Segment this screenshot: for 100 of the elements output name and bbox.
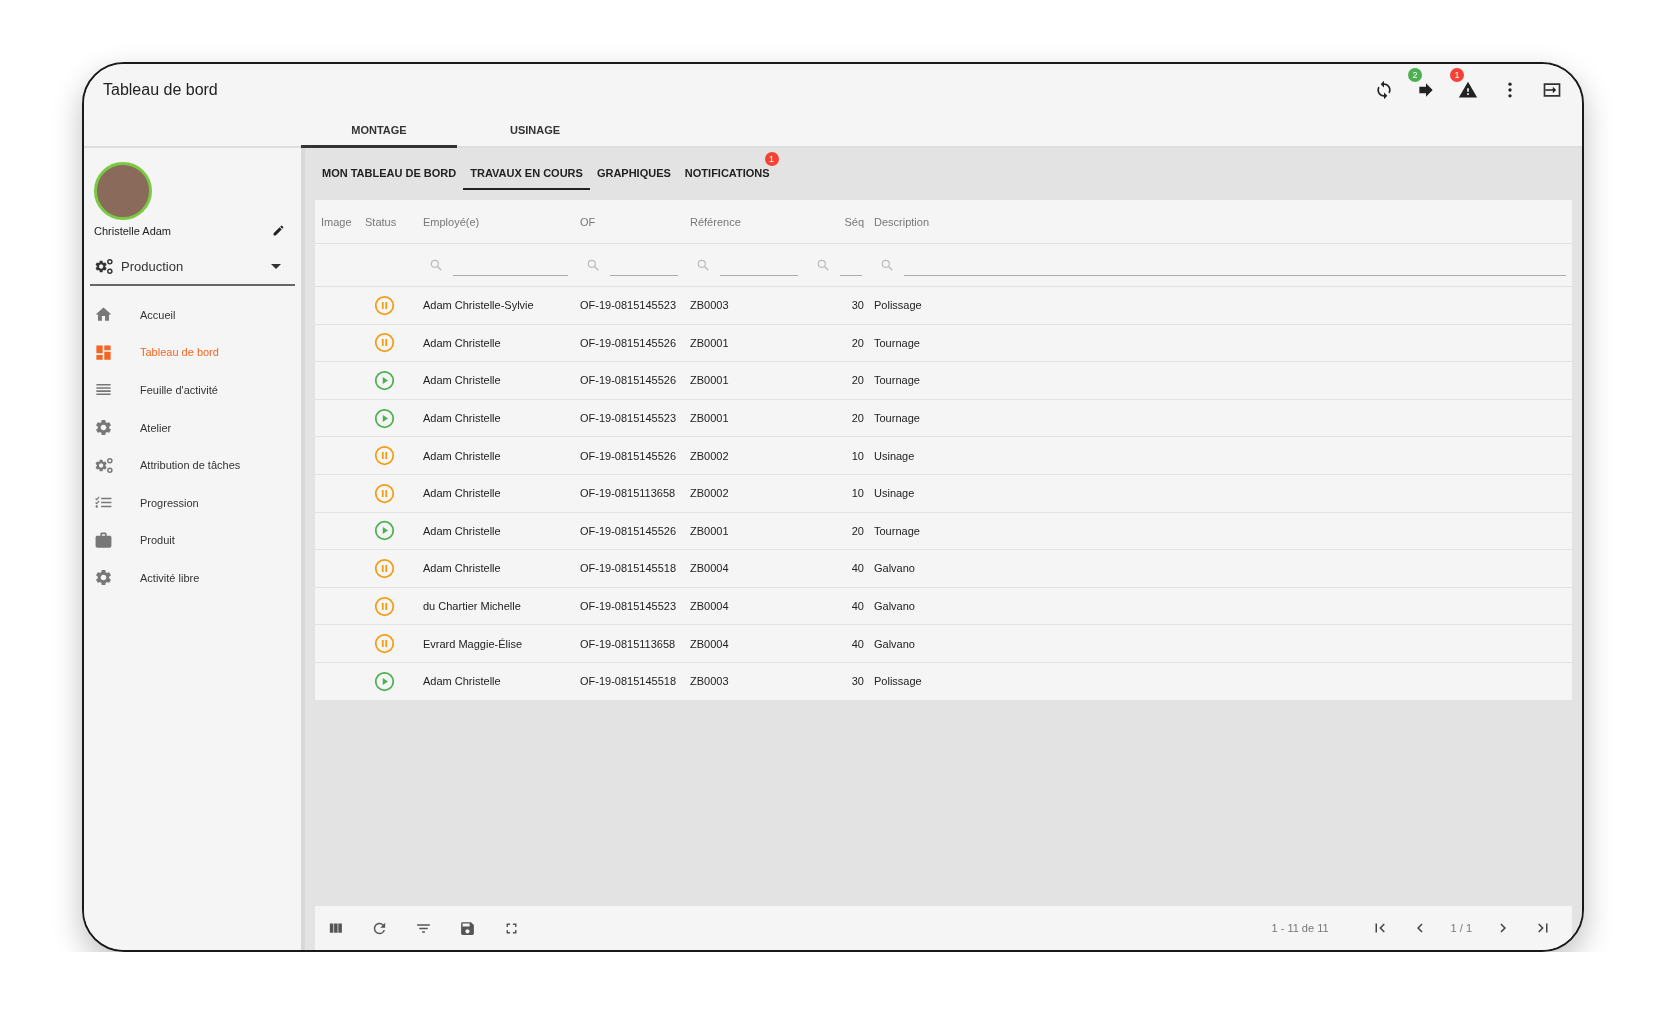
order-cell-text: OF-19-0815145518 [579, 675, 677, 688]
description-cell-text: Polissage [873, 299, 923, 312]
column-header: Employé(e) [422, 215, 481, 228]
description-cell-text: Usinage [873, 487, 916, 500]
gears-icon [94, 455, 113, 475]
order-cell-text: OF-19-0815113658 [579, 637, 677, 650]
order-cell-text: OF-19-0815145526 [579, 524, 677, 537]
employee-cell-text: Adam Christelle [422, 374, 502, 387]
search-icon [816, 258, 830, 272]
page-number: 1 / 1 [1450, 922, 1472, 934]
exit-icon[interactable] [1542, 80, 1562, 100]
play-circle-icon [373, 520, 395, 542]
user-name: Christelle Adam [94, 224, 172, 237]
reference-cell-text: ZB0001 [689, 412, 730, 425]
order-cell-text: OF-19-0815145526 [579, 449, 677, 462]
sequence-cell-text: 10 [850, 449, 865, 462]
description-cell-text: Galvano [873, 600, 916, 613]
sidebar-item[interactable]: Accueil [90, 296, 295, 334]
employee-cell-text: Adam Christelle-Sylvie [422, 299, 535, 312]
column-header: Séq [843, 215, 865, 228]
sequence-cell-text: 40 [850, 637, 865, 650]
briefcase-icon [94, 530, 113, 550]
order-cell-text: OF-19-0815145526 [579, 336, 677, 349]
tab[interactable]: MON TABLEAU DE BORD [315, 160, 464, 190]
employee-cell-text: Adam Christelle [422, 524, 502, 537]
employee-cell-text: Adam Christelle [422, 487, 502, 500]
sequence-cell-text: 40 [850, 600, 865, 613]
search-icon [429, 258, 443, 272]
employee-cell-text: Adam Christelle [422, 412, 502, 425]
order-cell-text: OF-19-0815145523 [579, 299, 677, 312]
order-cell-text: OF-19-0815145523 [579, 412, 677, 425]
notification-badge: 2 [1408, 68, 1422, 82]
dashboard-icon [94, 342, 113, 362]
pencil-icon[interactable] [272, 224, 285, 237]
description-cell-text: Usinage [873, 449, 916, 462]
gear-icon [94, 418, 113, 438]
sidebar-item[interactable]: Progression [90, 483, 295, 522]
sequence-cell-text: 40 [850, 562, 865, 575]
notification-badge: 1 [1450, 68, 1464, 82]
sidebar-item[interactable]: Activité libre [90, 559, 295, 597]
reference-cell-text: ZB0002 [689, 449, 730, 462]
employee-cell-text: du Chartier Michelle [422, 600, 522, 613]
app-title: Tableau de bord [103, 81, 218, 99]
column-header: Référence [689, 215, 742, 228]
profile-dropdown[interactable]: Production [90, 257, 295, 286]
sidebar-item[interactable]: Attribution de tâches [90, 446, 295, 484]
search-icon [586, 258, 600, 272]
description-cell-text: Galvano [873, 562, 916, 575]
sequence-cell-text: 20 [850, 412, 865, 425]
order-cell-text: OF-19-0815145518 [579, 562, 677, 575]
pause-circle-icon [373, 332, 395, 354]
description-cell-text: Galvano [873, 637, 916, 650]
reference-cell-text: ZB0003 [689, 675, 730, 688]
reference-cell-text: ZB0004 [689, 562, 730, 575]
description-cell-text: Tournage [873, 336, 921, 349]
reference-cell-text: ZB0003 [689, 299, 730, 312]
pause-circle-icon [373, 482, 395, 504]
page-range: 1 - 11 de 11 [1271, 922, 1329, 934]
order-cell-text: OF-19-0815113658 [579, 487, 677, 500]
warning-icon[interactable] [1458, 80, 1478, 100]
pause-circle-icon [373, 557, 395, 579]
order-cell-text: OF-19-0815145526 [579, 374, 677, 387]
employee-cell-text: Evrard Maggie-Élise [422, 637, 524, 650]
tab[interactable]: GRAPHIQUES [589, 160, 678, 190]
sequence-cell-text: 20 [850, 336, 865, 349]
sequence-cell-text: 30 [850, 299, 865, 312]
reference-cell-text: ZB0001 [689, 524, 730, 537]
gear-icon [94, 568, 113, 588]
notification-badge: 1 [764, 152, 779, 166]
tab[interactable]: TRAVAUX EN COURS [463, 160, 590, 190]
sequence-cell-text: 10 [850, 487, 865, 500]
pause-circle-icon [373, 294, 395, 316]
play-circle-icon [373, 407, 395, 429]
reference-cell-text: ZB0001 [689, 336, 730, 349]
employee-cell-text: Adam Christelle [422, 449, 502, 462]
employee-cell-text: Adam Christelle [422, 336, 502, 349]
save-icon[interactable] [459, 919, 476, 937]
caret-down-icon [271, 264, 281, 269]
reference-cell-text: ZB0001 [689, 374, 730, 387]
reference-cell-text: ZB0002 [689, 487, 730, 500]
sidebar-item[interactable]: Atelier [90, 408, 295, 447]
column-header: Image [320, 215, 353, 228]
column-header: OF [579, 215, 597, 228]
tab[interactable]: USINAGE [457, 116, 613, 148]
employee-cell-text: Adam Christelle [422, 562, 502, 575]
sidebar-item[interactable]: Produit [90, 521, 295, 560]
avatar-photo-placeholder [94, 162, 152, 220]
employee-cell-text: Adam Christelle [422, 675, 502, 688]
description-cell-text: Polissage [873, 675, 923, 688]
sidebar-item[interactable]: Feuille d'activité [90, 371, 295, 409]
pause-circle-icon [373, 445, 395, 467]
sequence-cell-text: 30 [850, 675, 865, 688]
pause-circle-icon [373, 633, 395, 655]
column-header: Description [873, 215, 931, 228]
description-cell-text: Tournage [873, 412, 921, 425]
description-cell-text: Tournage [873, 524, 921, 537]
sync-icon[interactable] [1374, 80, 1394, 100]
reference-cell-text: ZB0004 [689, 637, 730, 650]
column-header: Status [364, 215, 398, 228]
sequence-cell-text: 20 [850, 524, 865, 537]
